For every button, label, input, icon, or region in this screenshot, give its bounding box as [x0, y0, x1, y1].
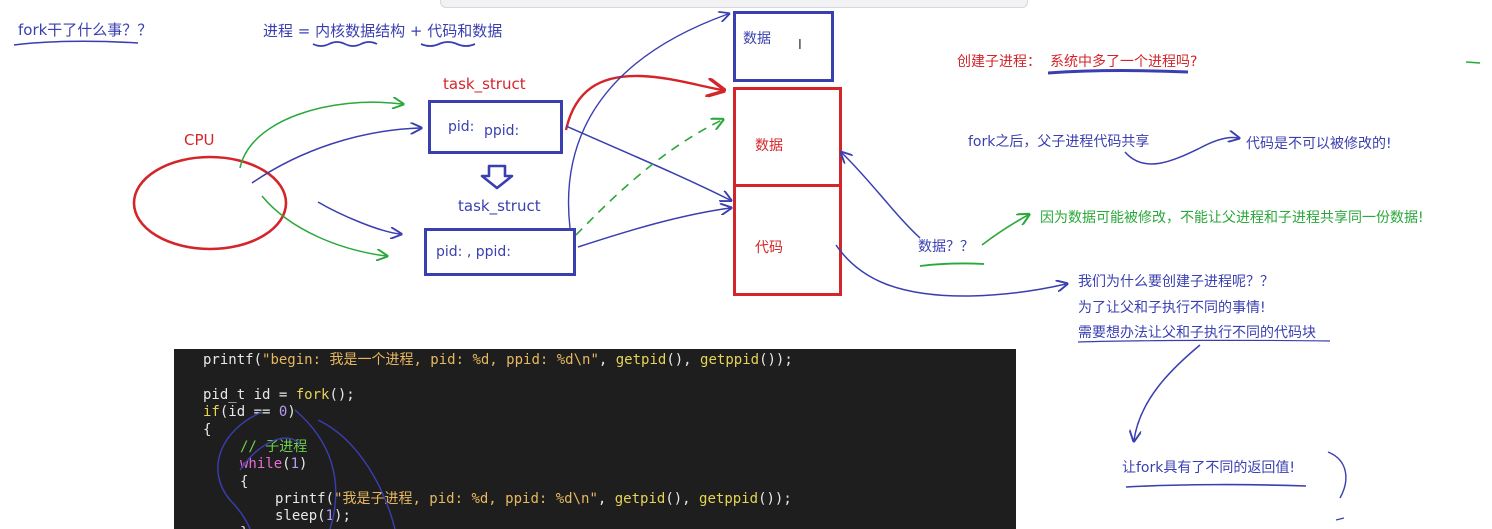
child-to-data-green-dash — [575, 120, 722, 236]
underline-code-block — [1077, 339, 1331, 343]
cpu-to-parent-blue — [251, 128, 420, 184]
code-scribble-2 — [294, 409, 337, 529]
parent-to-code-blue — [565, 125, 730, 200]
child-to-code-blue — [577, 208, 730, 248]
annotation-layer — [13, 0, 1481, 529]
underline-code-data — [420, 41, 476, 47]
underline-kernel-struct — [312, 41, 378, 47]
data-question-to-box — [842, 153, 921, 239]
cpu-circle — [132, 155, 288, 251]
underline-fork-question — [13, 40, 139, 46]
why-to-return-value — [1134, 344, 1201, 440]
data-question-to-reason — [981, 215, 1028, 246]
parent-to-data-red — [564, 74, 722, 131]
child-to-child-data-blue — [567, 14, 728, 229]
cpu-to-child-blue — [317, 201, 400, 234]
underline-return-value — [1125, 483, 1307, 488]
code-scribble-3 — [317, 419, 396, 529]
bottom-right-tick — [1335, 517, 1345, 521]
code-scribble-4 — [239, 437, 301, 471]
underline-one-more — [1047, 69, 1189, 75]
after-fork-to-immutable — [1124, 137, 1238, 165]
code-scribble-1 — [217, 411, 263, 529]
underline-data-question — [919, 262, 985, 267]
return-value-bracket — [1327, 451, 1347, 499]
cpu-to-parent-green — [239, 102, 402, 169]
code-to-why — [835, 244, 1066, 297]
copy-down-arrow-icon — [480, 164, 514, 190]
top-right-dash — [1465, 61, 1481, 64]
